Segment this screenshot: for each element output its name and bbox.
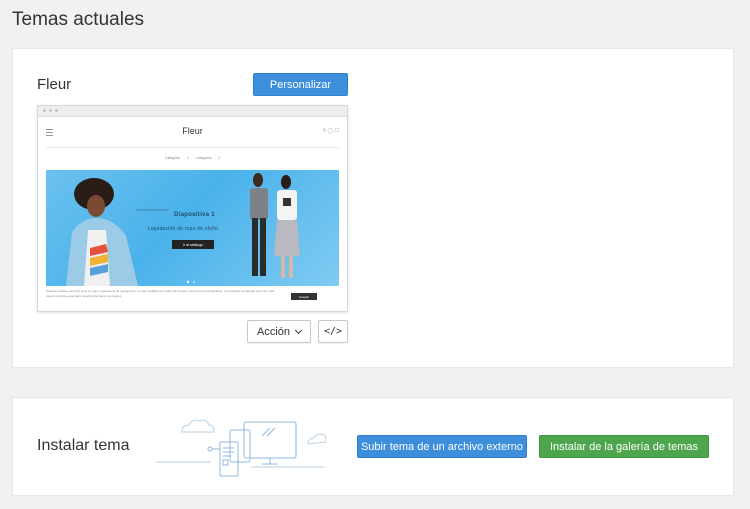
action-dropdown-button[interactable]: Acción xyxy=(247,320,311,343)
preview-header: Fleur ⚲ ◯ ☐ xyxy=(46,117,339,148)
preview-nav-item: Categoría 1 xyxy=(164,156,189,160)
theme-preview[interactable]: Fleur ⚲ ◯ ☐ Categoría 1 Categoría 2 Diap… xyxy=(37,105,348,312)
install-from-gallery-button[interactable]: Instalar de la galería de temas xyxy=(539,435,709,458)
upload-theme-button[interactable]: Subir tema de un archivo externo xyxy=(357,435,527,458)
preview-slide-subtitle: Liquidación de ropa de otoño xyxy=(148,226,219,232)
preview-slide: Diapositiva 1 Liquidación de ropa de oto… xyxy=(46,170,339,286)
preview-slide-title: Diapositiva 1 xyxy=(174,212,215,218)
preview-nav-item: Categoría 2 xyxy=(195,156,221,160)
preview-logo: Fleur xyxy=(182,126,203,136)
install-title: Instalar tema xyxy=(37,437,130,454)
code-editor-button[interactable]: </> xyxy=(318,320,348,343)
theme-name: Fleur xyxy=(37,76,72,93)
code-icon: </> xyxy=(323,326,343,337)
customize-button[interactable]: Personalizar xyxy=(253,73,348,96)
preview-window-bar xyxy=(38,106,347,117)
preview-cookie-button: Aceptar xyxy=(291,293,317,300)
chevron-down-icon xyxy=(294,326,303,334)
devices-illustration-icon xyxy=(156,419,326,477)
page-title: Temas actuales xyxy=(12,9,145,30)
preview-cookie-text: Usamos cookies para ofrecerle la mejor e… xyxy=(46,289,275,298)
preview-nav: Categoría 1 Categoría 2 xyxy=(38,156,347,160)
preview-header-icons: ⚲ ◯ ☐ xyxy=(322,128,339,134)
current-themes-card: Fleur Personalizar Fleur ⚲ ◯ ☐ Categoría… xyxy=(12,48,734,368)
action-label: Acción xyxy=(256,325,291,338)
install-theme-card: Instalar tema Subir tema de un archivo e… xyxy=(12,397,734,496)
preview-slide-button: Ir al catálogo xyxy=(172,240,214,249)
